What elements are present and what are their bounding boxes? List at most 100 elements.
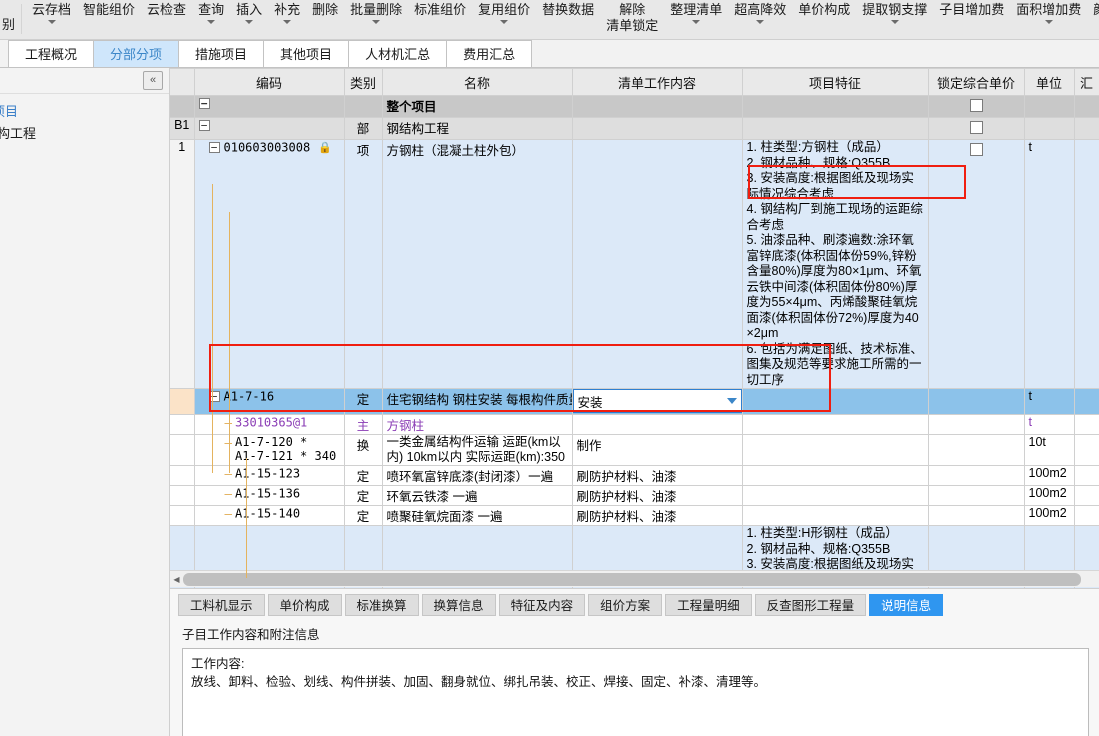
table-row[interactable]: — A1-15-136 定环氧云铁漆 一遍 刷防护材料、油漆 100m2 <box>170 485 1099 506</box>
work-content-cell[interactable] <box>572 414 743 435</box>
grid-column-header-cat[interactable]: 类别 <box>344 68 383 96</box>
grid-column-header-work[interactable]: 清单工作内容 <box>572 68 743 96</box>
bottom-tab-3[interactable]: 换算信息 <box>421 594 496 616</box>
table-row[interactable]: 1 −010603003008 🔒 项方钢柱（混凝土柱外包） 1. 柱类型:方钢柱（成品… <box>170 139 1099 389</box>
lock-unit-price-checkbox[interactable] <box>969 143 983 156</box>
ribbon-button-13[interactable]: 超高降效 <box>728 0 792 24</box>
chevron-down-icon[interactable] <box>47 20 56 24</box>
work-content-cell[interactable] <box>572 139 743 389</box>
chevron-down-icon[interactable] <box>756 20 765 24</box>
project-feature-cell[interactable] <box>742 505 929 526</box>
tab-2[interactable]: 措施项目 <box>178 40 265 67</box>
ribbon-button-8[interactable]: 标准组价 <box>408 0 472 24</box>
sidebar-node-1[interactable]: 结构工程 <box>0 123 169 145</box>
lock-unit-price-cell[interactable] <box>928 388 1025 415</box>
chevron-down-icon[interactable] <box>1044 20 1053 24</box>
grid-column-header-feat[interactable]: 项目特征 <box>742 68 929 96</box>
bottom-tab-0[interactable]: 工料机显示 <box>178 594 265 616</box>
project-feature-cell[interactable] <box>742 117 929 140</box>
bottom-tab-1[interactable]: 单价构成 <box>267 594 342 616</box>
grid-column-header-code[interactable]: 编码 <box>194 68 345 96</box>
lock-unit-price-cell[interactable] <box>928 139 1025 389</box>
lock-unit-price-cell[interactable] <box>928 465 1025 486</box>
code-cell[interactable]: −010603003008 🔒 <box>194 139 345 389</box>
work-content-dropdown[interactable]: 安装 <box>572 389 741 413</box>
work-content-cell[interactable]: 安装 <box>572 388 743 415</box>
work-content-cell[interactable] <box>572 117 743 140</box>
project-feature-cell[interactable] <box>742 95 929 118</box>
project-feature-cell[interactable]: 1. 柱类型:方钢柱（成品） 2. 钢材品种、规格:Q355B 3. 安装高度:… <box>742 139 929 389</box>
work-content-cell[interactable] <box>572 95 743 118</box>
chevron-down-icon[interactable] <box>500 20 509 24</box>
tab-3[interactable]: 其他项目 <box>263 40 350 67</box>
chevron-down-icon[interactable] <box>283 20 292 24</box>
chevron-down-icon[interactable] <box>372 20 381 24</box>
project-feature-cell[interactable] <box>742 465 929 486</box>
ribbon-button-10[interactable]: 替换数据 <box>536 0 600 24</box>
lock-unit-price-cell[interactable] <box>928 414 1025 435</box>
ribbon-button-0[interactable]: 云存档 <box>26 0 77 24</box>
code-cell[interactable]: —33010365@1 <box>194 414 345 435</box>
ribbon-button-3[interactable]: 查询 <box>192 0 230 24</box>
table-row[interactable]: —33010365@1 主方钢柱 t <box>170 414 1099 435</box>
grid-horizontal-scrollbar[interactable]: ◀ <box>170 570 1099 587</box>
code-cell[interactable]: − <box>194 117 345 140</box>
tree-collapse-icon[interactable]: − <box>198 98 210 110</box>
work-content-cell[interactable]: 刷防护材料、油漆 <box>572 485 743 506</box>
tab-0[interactable]: 工程概况 <box>8 40 95 67</box>
code-cell[interactable]: − A1-7-16 <box>194 388 345 415</box>
tab-4[interactable]: 人材机汇总 <box>348 40 448 67</box>
lock-unit-price-cell[interactable] <box>928 434 1025 466</box>
project-feature-cell[interactable] <box>742 414 929 435</box>
ribbon-button-4[interactable]: 插入 <box>230 0 268 24</box>
ribbon-button-17[interactable]: 面积增加费 <box>1010 0 1087 24</box>
tree-collapse-icon[interactable]: − <box>208 391 220 403</box>
ribbon-button-5[interactable]: 补充 <box>268 0 306 24</box>
bottom-tab-5[interactable]: 组价方案 <box>588 594 663 616</box>
grid-column-header-lock[interactable]: 锁定综合单价 <box>928 68 1025 96</box>
scrollbar-track[interactable] <box>183 572 1099 586</box>
lock-unit-price-cell[interactable] <box>928 505 1025 526</box>
chevron-down-icon[interactable] <box>692 20 701 24</box>
table-row[interactable]: − 整个项目 <box>170 95 1099 118</box>
code-cell[interactable]: — A1-15-123 <box>194 465 345 486</box>
code-cell[interactable]: — A1-15-136 <box>194 485 345 506</box>
ribbon-button-6[interactable]: 删除 <box>306 0 344 24</box>
sidebar-node-0[interactable]: 项目 <box>0 101 169 123</box>
ribbon-button-14[interactable]: 单价构成 <box>792 0 856 24</box>
chevron-down-icon[interactable] <box>207 20 216 24</box>
project-feature-cell[interactable] <box>742 388 929 415</box>
table-row[interactable]: −A1-7-16定住宅钢结构 钢柱安装 每根构件质量(t) ≤3安装t <box>170 388 1099 415</box>
ribbon-button-18[interactable]: 颜色 <box>1087 0 1099 24</box>
ribbon-button-2[interactable]: 云检查 <box>141 0 192 24</box>
project-feature-cell[interactable] <box>742 485 929 506</box>
grid-column-header-sum[interactable]: 汇 <box>1074 68 1099 96</box>
ribbon-button-12[interactable]: 整理清单 <box>664 0 728 24</box>
bottom-tab-7[interactable]: 反查图形工程量 <box>754 594 867 616</box>
code-cell[interactable]: − <box>194 95 345 118</box>
grid-column-header-idx[interactable] <box>170 68 195 96</box>
ribbon-button-15[interactable]: 提取钢支撑 <box>856 0 933 24</box>
code-cell[interactable]: — A1-7-120 * A1-7-121 * 340 <box>194 434 345 466</box>
lock-unit-price-checkbox[interactable] <box>969 99 983 112</box>
lock-unit-price-checkbox[interactable] <box>969 121 983 134</box>
scrollbar-thumb[interactable] <box>183 572 1081 586</box>
ribbon-button-11[interactable]: 解除 清单锁定 <box>600 0 664 39</box>
table-row[interactable]: — A1-15-123 定喷环氧富锌底漆(封闭漆）一遍 刷防护材料、油漆 100m2 <box>170 465 1099 486</box>
tab-1[interactable]: 分部分项 <box>93 40 180 67</box>
grid-column-header-name[interactable]: 名称 <box>382 68 573 96</box>
ribbon-button-16[interactable]: 子目增加费 <box>933 0 1010 24</box>
chevron-down-icon[interactable] <box>245 20 254 24</box>
work-content-cell[interactable]: 制作 <box>572 434 743 466</box>
scroll-left-arrow-icon[interactable]: ◀ <box>170 572 183 587</box>
bottom-tab-2[interactable]: 标准换算 <box>344 594 419 616</box>
ribbon-button-7[interactable]: 批量删除 <box>344 0 408 24</box>
chevron-down-icon[interactable] <box>726 398 737 404</box>
table-row[interactable]: B1− 部钢结构工程 <box>170 117 1099 140</box>
tree-collapse-icon[interactable]: − <box>198 120 210 132</box>
work-content-cell[interactable]: 刷防护材料、油漆 <box>572 465 743 486</box>
lock-unit-price-cell[interactable] <box>928 117 1025 140</box>
work-content-cell[interactable]: 刷防护材料、油漆 <box>572 505 743 526</box>
sidebar-collapse-icon[interactable]: « <box>143 71 163 90</box>
table-row[interactable]: — A1-15-140 定喷聚硅氧烷面漆 一遍 刷防护材料、油漆 100m2 <box>170 505 1099 526</box>
